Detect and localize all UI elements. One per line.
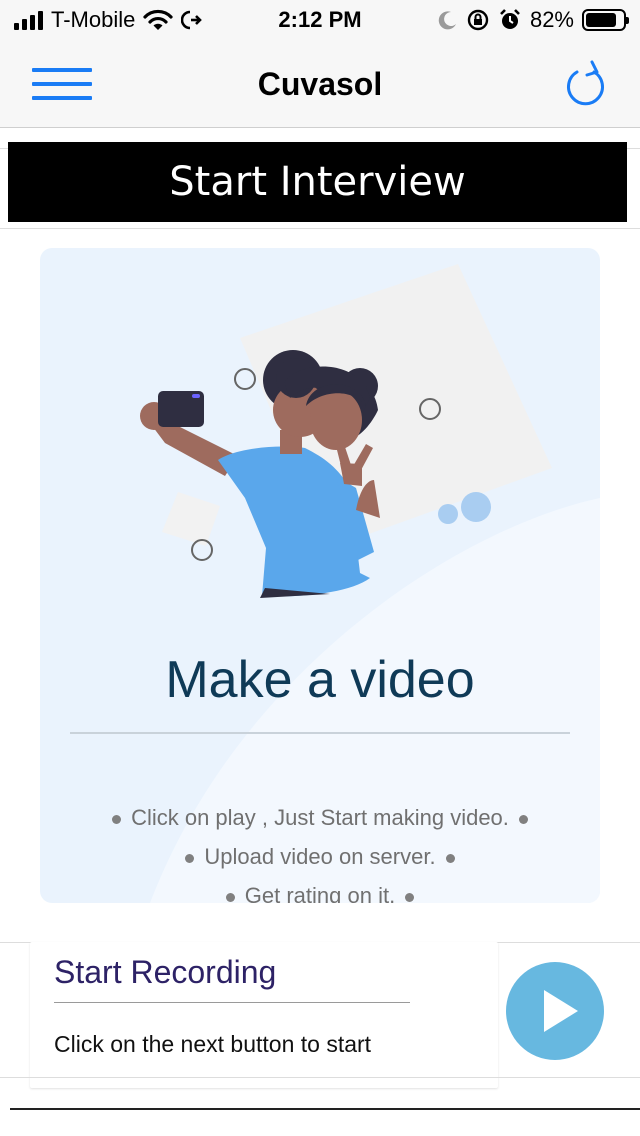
list-item: Upload video on server. [40, 837, 600, 876]
recording-subtitle: Click on the next button to start [54, 1031, 372, 1057]
instruction-text: Upload video on server. [204, 844, 436, 869]
recording-divider [54, 1002, 410, 1003]
battery-fill [586, 13, 616, 27]
recording-title: Start Recording [54, 954, 277, 990]
status-bar: T-Mobile 2:12 PM 82% [0, 0, 640, 40]
decor-dot [461, 492, 491, 522]
bullet-dot [185, 853, 195, 863]
divider [0, 1077, 640, 1078]
bottom-rule [10, 1108, 640, 1110]
bullet-dot [225, 892, 235, 902]
refresh-icon[interactable] [564, 58, 608, 108]
instruction-text: Get rating on it. [244, 883, 396, 903]
alarm-icon [500, 9, 520, 29]
rotation-lock-icon [467, 9, 489, 31]
play-button[interactable] [506, 962, 604, 1060]
instruction-list: Click on play , Just Start making video.… [40, 798, 600, 903]
make-video-card: Make a video Click on play , Just Start … [40, 248, 600, 903]
bullet-dot [518, 814, 528, 824]
card-divider [70, 732, 570, 734]
recording-info: Start Recording Click on the next button… [30, 942, 498, 1088]
divider [0, 228, 640, 229]
selfie-illustration [140, 264, 552, 598]
status-right: 82% [438, 6, 629, 34]
start-interview-banner: Start Interview [8, 142, 627, 222]
bullet-dot [405, 892, 415, 902]
play-icon [544, 990, 578, 1032]
nav-bar: Cuvasol [0, 40, 640, 128]
decor-circle [234, 368, 256, 390]
recording-panel: Start Recording Click on the next button… [0, 940, 640, 1110]
list-item: Click on play , Just Start making video. [40, 798, 600, 837]
instruction-text: Click on play , Just Start making video. [131, 805, 509, 830]
moon-icon [438, 11, 456, 30]
bullet-dot [112, 814, 122, 824]
decor-dot [438, 504, 458, 524]
bullet-dot [445, 853, 455, 863]
background-square [162, 492, 220, 546]
battery-percentage: 82% [529, 7, 574, 32]
app-title: Cuvasol [257, 66, 383, 102]
card-title: Make a video [165, 651, 475, 709]
battery-icon [582, 9, 629, 31]
list-item: Get rating on it. [40, 876, 600, 903]
